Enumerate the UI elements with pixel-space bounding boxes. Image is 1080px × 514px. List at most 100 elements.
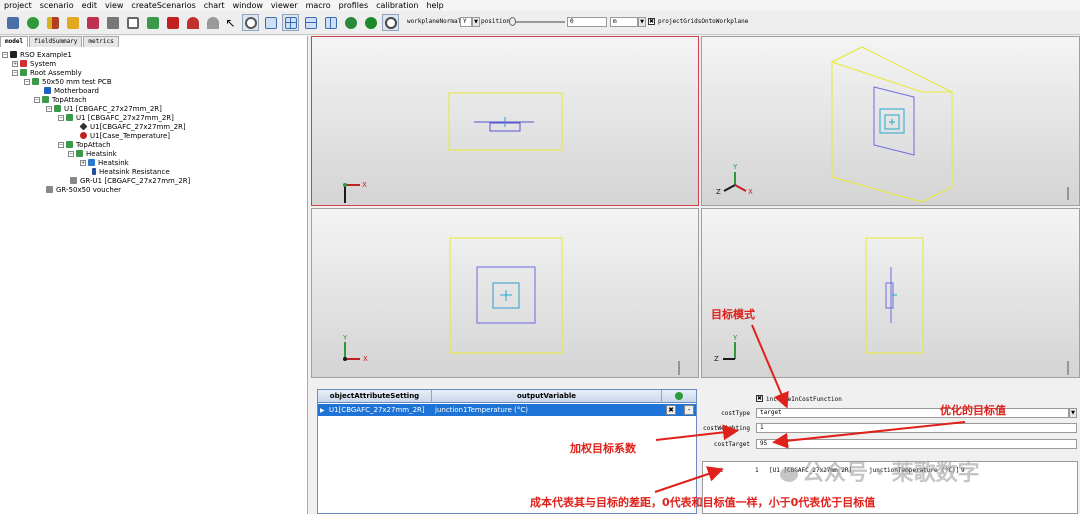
- menu-project[interactable]: project: [0, 0, 36, 11]
- tree-item[interactable]: + System: [12, 59, 56, 68]
- tree-item[interactable]: U1[CBGAFC_27x27mm_2R]: [79, 122, 186, 131]
- layers-button[interactable]: [64, 14, 81, 31]
- tree-item[interactable]: − TopAttach: [34, 95, 87, 104]
- tree-item[interactable]: Heatsink Resistance: [92, 167, 170, 176]
- tree-item[interactable]: − Root Assembly: [12, 68, 82, 77]
- collapse-icon[interactable]: −: [24, 78, 30, 85]
- menu-help[interactable]: help: [422, 0, 447, 11]
- copy-button[interactable]: [104, 14, 121, 31]
- row-expand-icon[interactable]: ▶: [320, 407, 325, 414]
- undo-button[interactable]: [184, 14, 201, 31]
- monitor-point-icon: [80, 132, 87, 139]
- cube-color-button[interactable]: [84, 14, 101, 31]
- svg-text:Z: Z: [716, 188, 721, 196]
- redo-button[interactable]: [204, 14, 221, 31]
- position-input[interactable]: 0: [567, 17, 607, 27]
- viewport-front[interactable]: Y X: [311, 208, 699, 378]
- tree-item[interactable]: U1[Case_Temperature]: [80, 131, 170, 140]
- position-slider-track[interactable]: [513, 21, 565, 23]
- results-button[interactable]: [44, 14, 61, 31]
- collapse-icon[interactable]: −: [68, 150, 74, 157]
- axis-button[interactable]: [342, 14, 359, 31]
- workplane-dropdown[interactable]: ▼: [472, 17, 480, 27]
- position-slider-thumb[interactable]: [509, 17, 516, 26]
- frame-button[interactable]: [124, 14, 141, 31]
- flag-button[interactable]: [164, 14, 181, 31]
- workplane-label: workplaneNormal: [407, 18, 462, 25]
- menu-viewer[interactable]: viewer: [267, 0, 302, 11]
- cost-weighting-input[interactable]: 1: [756, 423, 1077, 433]
- menu-chart[interactable]: chart: [200, 0, 229, 11]
- annotation-target-mode: 目标模式: [711, 308, 755, 321]
- tab-metrics[interactable]: metrics: [83, 36, 119, 47]
- tree-item[interactable]: −50x50 mm test PCB: [24, 77, 112, 86]
- assembly-button[interactable]: [144, 14, 161, 31]
- expand-icon[interactable]: +: [80, 159, 86, 166]
- viewport-top[interactable]: X: [311, 36, 699, 206]
- viewport-side-drawing: Y Z: [714, 237, 1069, 375]
- sphere-button[interactable]: [362, 14, 379, 31]
- axis-icon: [344, 16, 357, 29]
- tree-item[interactable]: − Heatsink: [68, 149, 117, 158]
- delete-row-button[interactable]: ✖: [666, 405, 676, 415]
- cost-type-dropdown[interactable]: ▼: [1069, 408, 1077, 418]
- solve-button[interactable]: [24, 14, 41, 31]
- tree-item[interactable]: + Heatsink: [80, 158, 129, 167]
- svg-text:Y: Y: [342, 334, 348, 342]
- view-single-icon: [264, 16, 277, 29]
- expand-icon[interactable]: +: [12, 60, 18, 67]
- project-icon: [10, 51, 17, 58]
- unit-dropdown[interactable]: ▼: [638, 17, 646, 27]
- view-split-h-button[interactable]: [302, 14, 319, 31]
- col-object-attribute[interactable]: objectAttributeSetting: [318, 390, 432, 403]
- menu-scenario[interactable]: scenario: [36, 0, 78, 11]
- collapse-icon[interactable]: −: [46, 105, 52, 112]
- include-in-cost-checkbox[interactable]: ✖: [756, 395, 763, 402]
- viewport-side[interactable]: Y Z: [701, 208, 1080, 378]
- cost-type-select[interactable]: target: [756, 408, 1069, 418]
- svg-text:Y: Y: [732, 163, 738, 171]
- assembly-icon: [146, 16, 159, 29]
- select-button[interactable]: ↖: [222, 14, 239, 31]
- menu-window[interactable]: window: [229, 0, 267, 11]
- tree-item[interactable]: − U1 [CBGAFC_27x27mm_2R]: [46, 104, 162, 113]
- view-split-v-button[interactable]: [322, 14, 339, 31]
- collapse-icon[interactable]: −: [34, 96, 40, 103]
- unit-select[interactable]: m: [610, 17, 638, 27]
- tree-item[interactable]: − RSO Example1: [2, 50, 72, 59]
- save-button[interactable]: [4, 14, 21, 31]
- render-button[interactable]: [242, 14, 259, 31]
- tree-item[interactable]: GR-50x50 voucher: [46, 185, 121, 194]
- tree-item[interactable]: GR-U1 [CBGAFC_27x27mm_2R]: [70, 176, 190, 185]
- collapse-icon[interactable]: −: [12, 69, 18, 76]
- tab-field-summary[interactable]: fieldSummary: [29, 36, 83, 47]
- menu-create-scenarios[interactable]: createScenarios: [127, 0, 199, 11]
- tree-item[interactable]: − U1 [CBGAFC_27x27mm_2R]: [58, 113, 174, 122]
- menu-view[interactable]: view: [101, 0, 127, 11]
- cost-target-input[interactable]: 95: [756, 439, 1077, 449]
- tab-model[interactable]: model: [0, 36, 29, 47]
- table-row[interactable]: ▶ U1[CBGAFC_27x27mm_2R] junction1Tempera…: [318, 404, 696, 416]
- grid-region-icon: [70, 177, 77, 184]
- collapse-icon[interactable]: −: [2, 51, 8, 58]
- settings-button[interactable]: [382, 14, 399, 31]
- view-quad-button[interactable]: [282, 14, 299, 31]
- toolbar: ↖ workplaneNormal Y ▼ position 0 m ▼ ✖ p…: [0, 11, 1080, 35]
- view-single-button[interactable]: [262, 14, 279, 31]
- collapse-icon[interactable]: −: [58, 141, 64, 148]
- menu-edit[interactable]: edit: [78, 0, 101, 11]
- project-grids-checkbox[interactable]: ✖: [648, 18, 655, 25]
- cuboid-icon: [44, 87, 51, 94]
- tree-item[interactable]: Motherboard: [44, 86, 99, 95]
- menu-bar: project scenario edit view createScenari…: [0, 0, 1080, 11]
- wechat-icon: [780, 466, 798, 482]
- viewport-iso[interactable]: Y Z X: [701, 36, 1080, 206]
- collapse-icon[interactable]: −: [58, 114, 64, 121]
- menu-profiles[interactable]: profiles: [335, 0, 372, 11]
- tree-item[interactable]: − TopAttach: [58, 140, 111, 149]
- workplane-select[interactable]: Y: [460, 17, 472, 27]
- menu-calibration[interactable]: calibration: [372, 0, 422, 11]
- menu-macro[interactable]: macro: [302, 0, 335, 11]
- col-output-variable[interactable]: outputVariable: [432, 390, 662, 403]
- remove-button[interactable]: -: [684, 405, 694, 415]
